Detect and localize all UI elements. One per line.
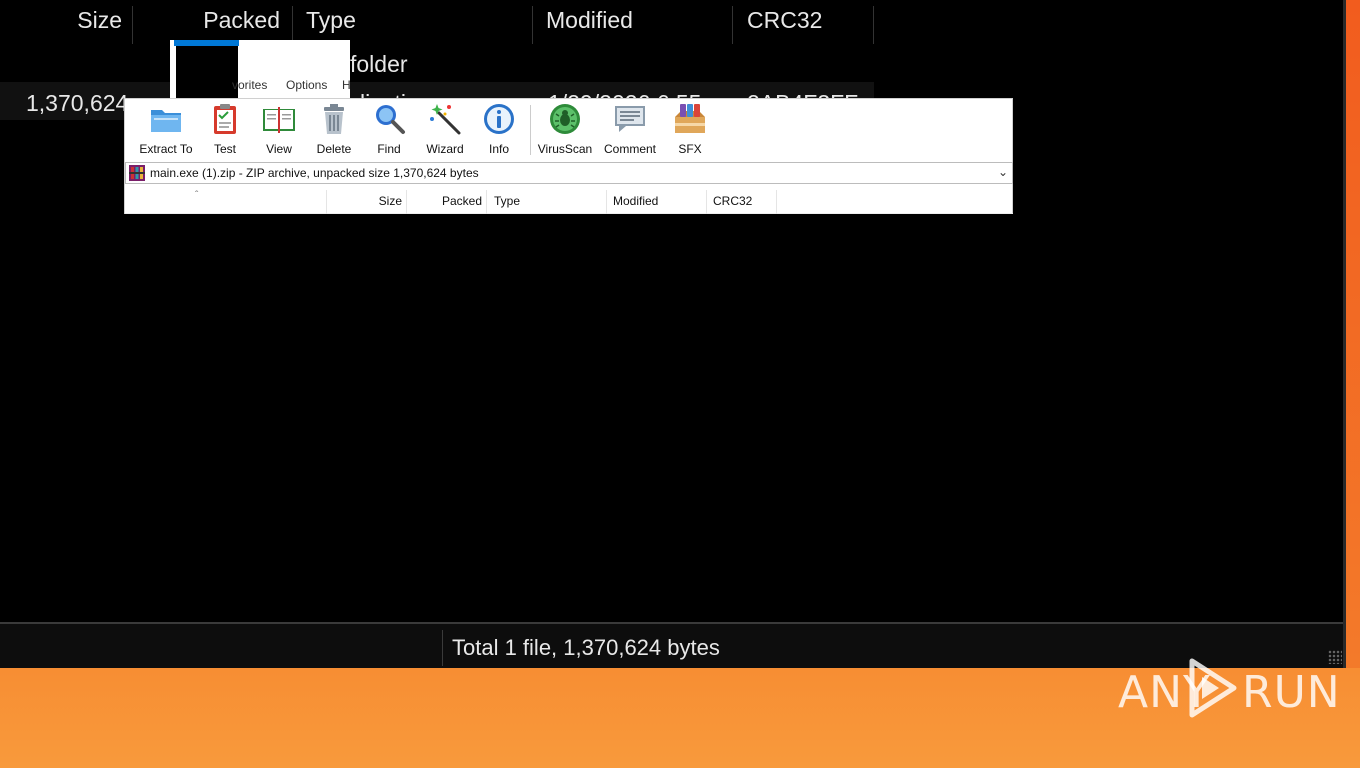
find-label: Find (377, 142, 401, 156)
sort-up-icon: ˆ (195, 190, 199, 201)
comment-icon (615, 106, 645, 132)
status-separator (442, 630, 443, 666)
col-size-label: Size (378, 194, 402, 208)
test-label: Test (213, 142, 236, 156)
wizard-icon (430, 104, 461, 135)
virusscan-label: VirusScan (537, 142, 593, 156)
menu-favorites[interactable]: vorites (232, 78, 267, 92)
extract-to-icon (151, 110, 181, 132)
find-icon (376, 105, 405, 134)
sfx-icon (675, 104, 705, 133)
address-bar[interactable]: main.exe (1).zip - ZIP archive, unpacked… (125, 162, 1013, 184)
delete-label: Delete (316, 142, 352, 156)
delete-button[interactable]: Delete (307, 101, 361, 157)
delete-icon (324, 104, 344, 134)
col-packed[interactable]: Packed (407, 190, 487, 214)
toolbar-separator (530, 105, 531, 155)
comment-label: Comment (603, 142, 656, 156)
address-path: main.exe (1).zip - ZIP archive, unpacked… (150, 166, 479, 180)
anyrun-watermark: ANY RUN (1118, 657, 1340, 719)
big-col-type[interactable]: Type (293, 6, 533, 44)
status-text: Total 1 file, 1,370,624 bytes (452, 635, 720, 660)
col-type-label: Type (494, 194, 521, 208)
watermark-right-text: RUN (1242, 667, 1341, 718)
wizard-label: Wizard (426, 142, 464, 156)
col-name[interactable]: ˆ (125, 190, 327, 214)
big-col-packed-label: Packed (203, 7, 280, 33)
play-logo-icon (1189, 658, 1237, 718)
comment-button[interactable]: Comment (599, 101, 661, 157)
wizard-button[interactable]: Wizard (417, 101, 473, 157)
extract-to-label: Extract To (139, 142, 193, 156)
virusscan-icon (550, 104, 580, 134)
resize-grip-icon[interactable] (1328, 650, 1342, 664)
info-button[interactable]: Info (475, 101, 523, 157)
menu-artifact (176, 46, 238, 98)
big-col-size-label: Size (77, 7, 122, 33)
big-folder-type: folder (350, 51, 408, 77)
big-col-modified[interactable]: Modified (533, 6, 733, 44)
info-label: Info (488, 142, 509, 156)
test-button[interactable]: Test (199, 101, 251, 157)
rar-archive-icon (129, 165, 145, 181)
col-modified[interactable]: Modified (607, 190, 707, 214)
winrar-toolbar-window: Extract To Test View Delete Find Wizard … (124, 98, 1013, 214)
sfx-button[interactable]: SFX (665, 101, 715, 157)
toolbar: Extract To Test View Delete Find Wizard … (125, 99, 1012, 159)
menu-help[interactable]: H (342, 78, 351, 92)
menu-options[interactable]: Options (286, 78, 327, 92)
file-list-header: ˆ Size Packed Type Modified CRC32 (125, 190, 1013, 214)
big-col-modified-label: Modified (546, 7, 633, 33)
big-file-size: 1,370,624 (26, 90, 129, 116)
view-button[interactable]: View (253, 101, 305, 157)
col-packed-label: Packed (441, 194, 482, 208)
desktop-right-strip (1346, 0, 1360, 668)
big-col-size[interactable]: Size (0, 6, 133, 44)
col-size[interactable]: Size (327, 190, 407, 214)
big-col-crc32[interactable]: CRC32 (733, 6, 874, 44)
view-icon (263, 107, 295, 133)
test-icon (214, 104, 236, 134)
virusscan-button[interactable]: VirusScan (537, 101, 593, 157)
sfx-label: SFX (678, 142, 702, 156)
col-crc32-label: CRC32 (713, 194, 753, 208)
extract-to-button[interactable]: Extract To (135, 101, 197, 157)
chevron-down-icon[interactable]: ⌄ (998, 165, 1008, 179)
col-modified-label: Modified (613, 194, 659, 208)
big-col-crc32-label: CRC32 (747, 7, 823, 33)
find-button[interactable]: Find (363, 101, 415, 157)
view-label: View (266, 142, 292, 156)
col-crc32[interactable]: CRC32 (707, 190, 777, 214)
big-folder-row[interactable]: folder (0, 48, 874, 80)
big-column-header: Size Packed Type Modified CRC32 (0, 0, 874, 44)
info-icon (484, 104, 514, 134)
big-col-type-label: Type (306, 7, 356, 33)
big-col-packed[interactable]: Packed (133, 6, 293, 44)
col-type[interactable]: Type (487, 190, 607, 214)
menu-bar-fragment: vorites Options H (170, 40, 351, 98)
